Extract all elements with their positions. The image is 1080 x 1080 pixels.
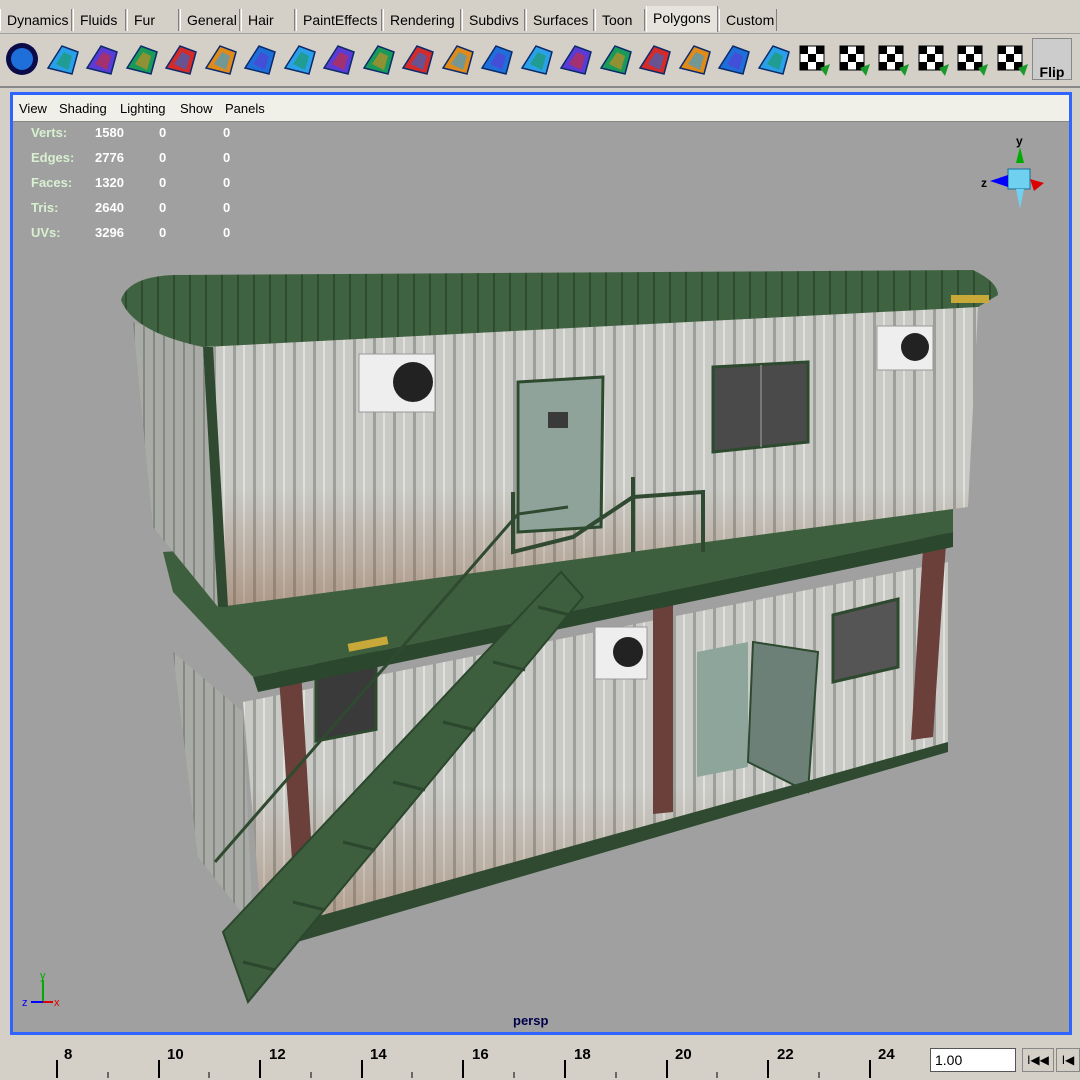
menu-show[interactable]: Show: [180, 101, 213, 116]
tab-dynamics[interactable]: Dynamics: [0, 9, 72, 31]
view-cube-down-arrow: [1016, 189, 1024, 209]
tab-hair[interactable]: Hair: [241, 9, 295, 31]
tab-rendering[interactable]: Rendering: [383, 9, 461, 31]
sphere-texture-icon[interactable]: [81, 38, 121, 80]
axis-y-label: y: [40, 970, 46, 982]
frame-label: 18: [574, 1046, 591, 1063]
map-checker-5-icon[interactable]: [950, 38, 990, 80]
extrude-edge-icon[interactable]: [318, 38, 358, 80]
axis-z-label: z: [22, 997, 28, 1009]
map-checker-1-icon[interactable]: [792, 38, 832, 80]
axis-x-label: x: [54, 997, 60, 1009]
merge-vertices-icon[interactable]: [42, 38, 82, 80]
wire-cube-icon[interactable]: [160, 38, 200, 80]
view-cube-box: [1007, 168, 1031, 190]
map-checker-4-icon[interactable]: [911, 38, 951, 80]
tab-custom[interactable]: Custom: [719, 9, 777, 31]
support-post-middle: [653, 599, 673, 814]
cut-uv-icon[interactable]: [595, 38, 635, 80]
tab-subdivs[interactable]: Subdivs: [462, 9, 525, 31]
frame-label: 12: [269, 1046, 286, 1063]
view-cube-y-arrow: [1016, 147, 1024, 163]
tab-painteffects[interactable]: PaintEffects: [296, 9, 382, 31]
frame-label: 24: [878, 1046, 895, 1063]
upper-ac-fan-left: [393, 362, 433, 402]
poke-icon[interactable]: [397, 38, 437, 80]
view-cube-z-label: z: [981, 176, 987, 190]
tab-polygons[interactable]: Polygons: [646, 6, 718, 32]
frame-label: 16: [472, 1046, 489, 1063]
time-slider[interactable]: 8 10 12 14 16 18 20 22 24: [0, 1038, 926, 1080]
current-time-field[interactable]: 1.00: [930, 1048, 1016, 1072]
tab-fluids[interactable]: Fluids: [73, 9, 126, 31]
lower-window-right: [831, 597, 900, 684]
menu-view[interactable]: View: [19, 101, 47, 116]
tab-toon[interactable]: Toon: [595, 9, 645, 31]
frame-label: 20: [675, 1046, 692, 1063]
frame-label: 14: [370, 1046, 387, 1063]
select-tool-icon[interactable]: [2, 38, 42, 80]
tab-surfaces[interactable]: Surfaces: [526, 9, 594, 31]
perspective-viewport[interactable]: View Shading Lighting Show Panels Verts:…: [10, 92, 1072, 1035]
shelf-tab-bar: Dynamics Fluids Fur General Hair PaintEf…: [0, 0, 1080, 34]
frame-label: 8: [64, 1046, 73, 1063]
layout-uv-icon[interactable]: [713, 38, 753, 80]
camera-name-label: persp: [513, 1013, 549, 1028]
tab-fur[interactable]: Fur: [127, 9, 179, 31]
pivot-icon[interactable]: [753, 38, 793, 80]
wedge-icon[interactable]: [358, 38, 398, 80]
unfold-uv-icon[interactable]: [674, 38, 714, 80]
frame-label: 22: [777, 1046, 794, 1063]
view-cube-y-label: y: [1016, 135, 1023, 148]
lower-doorway: [697, 642, 748, 777]
map-checker-2-icon[interactable]: [832, 38, 872, 80]
container-building-model[interactable]: [13, 122, 1069, 1032]
panel-menu-bar: View Shading Lighting Show Panels: [13, 95, 1069, 122]
polygons-shelf: [0, 34, 1080, 88]
map-uv-icon[interactable]: [555, 38, 595, 80]
subdivide-icon[interactable]: [476, 38, 516, 80]
extrude-face-icon[interactable]: [200, 38, 240, 80]
lower-side-wall: [173, 652, 253, 927]
bevel-icon[interactable]: [279, 38, 319, 80]
map-checker-3-icon[interactable]: [871, 38, 911, 80]
step-back-button[interactable]: I◀: [1056, 1048, 1080, 1072]
sew-uv-icon[interactable]: [634, 38, 674, 80]
go-to-start-button[interactable]: I◀◀: [1022, 1048, 1054, 1072]
menu-panels[interactable]: Panels: [225, 101, 265, 116]
tab-general[interactable]: General: [180, 9, 240, 31]
split-face-icon[interactable]: [239, 38, 279, 80]
menu-lighting[interactable]: Lighting: [120, 101, 166, 116]
chamfer-icon[interactable]: [437, 38, 477, 80]
lower-ac-fan: [613, 637, 643, 667]
frame-label: 10: [167, 1046, 184, 1063]
roof-warning-sign: [951, 295, 989, 303]
flip-button[interactable]: Flip: [1032, 38, 1072, 80]
append-icon[interactable]: [516, 38, 556, 80]
cube-texture-icon[interactable]: [121, 38, 161, 80]
menu-shading[interactable]: Shading: [59, 101, 107, 116]
view-cube-z-arrow: [990, 175, 1008, 187]
map-checker-6-icon[interactable]: [990, 38, 1030, 80]
view-cube-x-arrow: [1030, 179, 1044, 191]
upper-door-vision-panel: [548, 412, 568, 428]
view-cube-icon[interactable]: y z: [978, 135, 1048, 215]
upper-ac-fan-right: [901, 333, 929, 361]
axis-gnomon-icon: y z x: [22, 970, 60, 1009]
